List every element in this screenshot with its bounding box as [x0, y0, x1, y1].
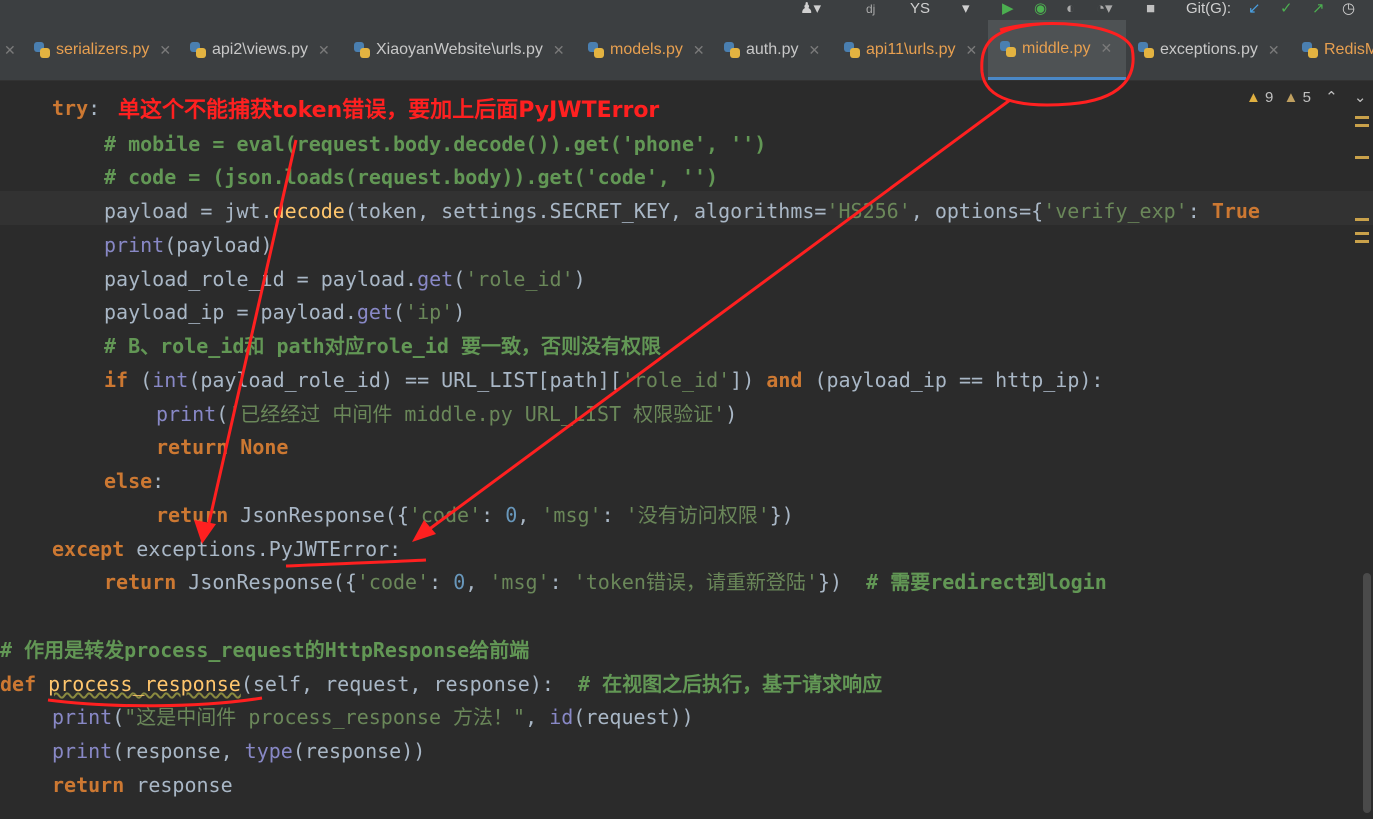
- code-line-decode: payload = jwt.decode(token, settings.SEC…: [104, 199, 1260, 223]
- git-label: Git(G):: [1186, 0, 1231, 17]
- tab-middle[interactable]: middle.py ✕: [988, 20, 1126, 80]
- stripe-mark[interactable]: [1355, 232, 1369, 235]
- code-line-comment: # B、role_id和 path对应role_id 要一致，否则没有权限: [104, 334, 661, 358]
- weak-warning-icon: ▲: [1283, 89, 1299, 106]
- git-push-icon[interactable]: ↗: [1312, 0, 1325, 20]
- python-file-icon: [724, 42, 740, 58]
- tab-label: XiaoyanWebsite\urls.py: [376, 41, 543, 58]
- code-line-ip: payload_ip = payload.get('ip'): [104, 300, 466, 324]
- python-file-icon: [190, 42, 206, 58]
- top-toolbar: ♟▾ dj YS ▾ ▶ ◉ ◐ ◔▾ ■ Git(G): ↙ ✓ ↗ ◷: [0, 0, 1373, 20]
- warning-icon: ▲: [1246, 89, 1261, 106]
- tab-exceptions[interactable]: exceptions.py ✕: [1138, 20, 1280, 80]
- stripe-mark[interactable]: [1355, 124, 1369, 127]
- close-icon[interactable]: ✕: [693, 42, 705, 59]
- stripe-mark[interactable]: [1355, 156, 1369, 159]
- inspection-widget[interactable]: ▲ 9 ▲ 5 ⌃ ⌄: [1246, 88, 1366, 106]
- close-icon[interactable]: ✕: [1268, 42, 1280, 59]
- tab-api11-urls[interactable]: api11\urls.py ✕: [844, 20, 977, 80]
- history-icon[interactable]: ◷: [1342, 0, 1355, 20]
- stripe-mark[interactable]: [1355, 218, 1369, 221]
- editor-tab-bar: ✕ serializers.py ✕ api2\views.py ✕ Xiaoy…: [0, 20, 1373, 81]
- tab-serializers[interactable]: serializers.py ✕: [34, 20, 171, 80]
- code-line-except: except exceptions.PyJWTError:: [52, 537, 402, 561]
- python-file-icon: [1000, 40, 1016, 57]
- python-file-icon: [1138, 42, 1154, 58]
- tab-redism[interactable]: RedisM: [1302, 20, 1373, 80]
- tab-close-icon[interactable]: ✕: [0, 20, 16, 80]
- stripe-mark[interactable]: [1355, 116, 1369, 119]
- code-line-print-response: print(response, type(response)): [52, 739, 426, 763]
- tab-api2-views[interactable]: api2\views.py ✕: [190, 20, 330, 80]
- tab-label: middle.py: [1022, 39, 1091, 57]
- tab-label: exceptions.py: [1160, 41, 1258, 58]
- python-file-icon: [844, 42, 860, 58]
- tab-auth[interactable]: auth.py ✕: [724, 20, 820, 80]
- python-file-icon: [1302, 42, 1318, 58]
- tab-label: serializers.py: [56, 41, 150, 58]
- code-line-return-none: return None: [156, 435, 289, 459]
- python-file-icon: [34, 42, 50, 58]
- warning-count: 9: [1265, 89, 1274, 106]
- tab-xiaoyan-urls[interactable]: XiaoyanWebsite\urls.py ✕: [354, 20, 565, 80]
- code-line-return-token-error: return JsonResponse({'code': 0, 'msg': '…: [104, 570, 1107, 594]
- close-icon[interactable]: ✕: [553, 42, 565, 59]
- close-icon[interactable]: ✕: [159, 42, 171, 59]
- run-icon[interactable]: ▶: [1002, 0, 1014, 20]
- vertical-scrollbar[interactable]: [1363, 573, 1371, 813]
- tab-label: models.py: [610, 41, 683, 58]
- python-file-icon: [354, 42, 370, 58]
- weak-warning-count: 5: [1302, 89, 1311, 106]
- django-icon[interactable]: dj: [866, 0, 875, 20]
- code-line-comment: # mobile = eval(request.body.decode()).g…: [104, 132, 767, 156]
- code-line-def: def process_response(self, request, resp…: [0, 672, 883, 696]
- close-icon[interactable]: ✕: [318, 42, 330, 59]
- code-line-try: try:: [52, 96, 101, 120]
- python-file-icon: [588, 42, 604, 58]
- coverage-icon[interactable]: ◐: [1066, 0, 1075, 20]
- dropdown-icon[interactable]: ▾: [962, 0, 970, 20]
- user-icon[interactable]: ♟▾: [800, 0, 821, 20]
- tab-label: RedisM: [1324, 41, 1373, 58]
- code-line-role-id: payload_role_id = payload.get('role_id'): [104, 267, 586, 291]
- code-line-comment: # code = (json.loads(request.body)).get(…: [104, 165, 719, 189]
- tab-label: api11\urls.py: [866, 41, 956, 58]
- red-annotation: 单这个不能捕获token错误，要加上后面PyJWTError: [118, 98, 660, 123]
- code-line-print: print(payload): [104, 233, 273, 257]
- debug-icon[interactable]: ◉: [1034, 0, 1047, 20]
- git-commit-icon[interactable]: ✓: [1280, 0, 1293, 20]
- code-line-print-middleware: print("这是中间件 process_response 方法！", id(r…: [52, 705, 694, 729]
- code-line-return-deny: return JsonResponse({'code': 0, 'msg': '…: [156, 503, 794, 527]
- stop-icon[interactable]: ■: [1146, 0, 1155, 20]
- git-update-icon[interactable]: ↙: [1248, 0, 1261, 20]
- code-line-print-ok: print('已经经过 中间件 middle.py URL_LIST 权限验证'…: [156, 402, 738, 426]
- code-line-return-response: return response: [52, 773, 233, 797]
- code-line-else: else:: [104, 469, 165, 493]
- code-line-comment: # 作用是转发process_request的HttpResponse给前端: [0, 638, 530, 662]
- next-highlight-icon[interactable]: ⌄: [1354, 89, 1367, 106]
- close-icon[interactable]: ✕: [966, 42, 978, 59]
- run-config-label[interactable]: YS: [910, 0, 930, 20]
- tab-models[interactable]: models.py ✕: [588, 20, 705, 80]
- tab-label: auth.py: [746, 41, 799, 58]
- previous-highlight-icon[interactable]: ⌃: [1325, 89, 1338, 106]
- close-icon[interactable]: ✕: [1100, 40, 1112, 57]
- stripe-mark[interactable]: [1355, 240, 1369, 243]
- code-line-if: if (int(payload_role_id) == URL_LIST[pat…: [104, 368, 1104, 392]
- tab-label: api2\views.py: [212, 41, 309, 58]
- close-icon[interactable]: ✕: [808, 42, 820, 59]
- profile-icon[interactable]: ◔▾: [1096, 0, 1113, 20]
